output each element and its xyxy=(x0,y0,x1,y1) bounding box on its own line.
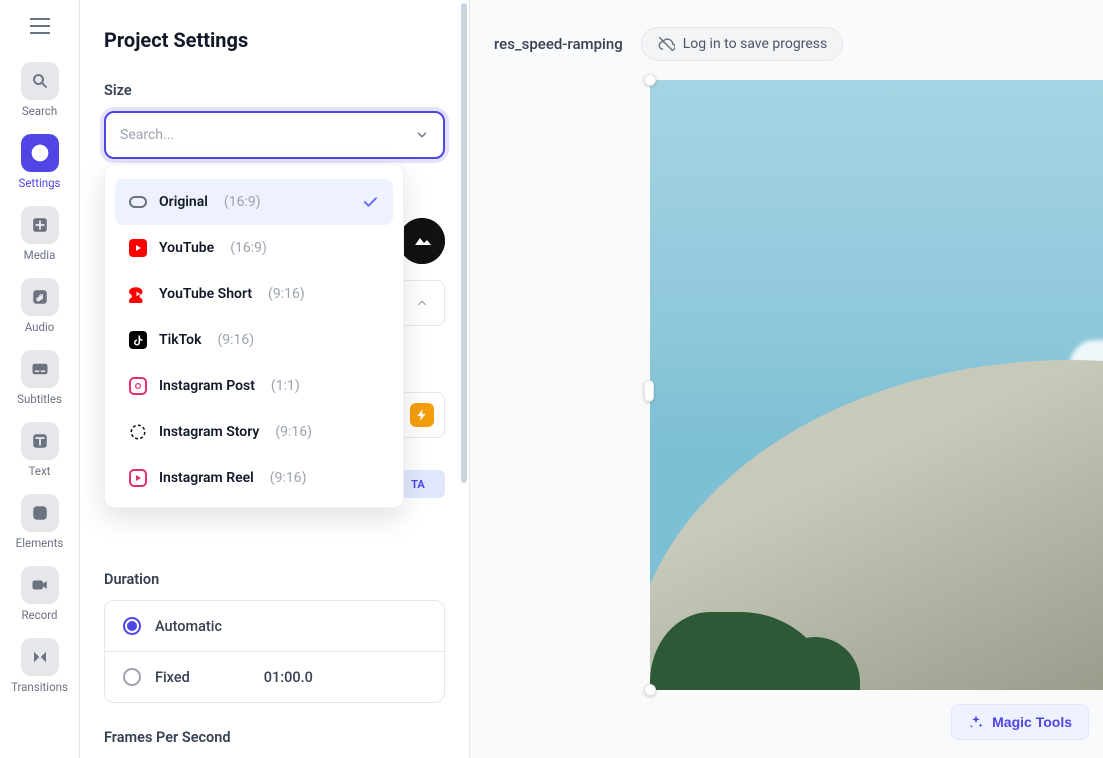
text-icon xyxy=(21,422,59,460)
sidebar-item-elements[interactable]: Elements xyxy=(10,488,70,554)
hidden-card-bolt xyxy=(399,392,445,438)
size-option-instagram-post[interactable]: Instagram Post (1:1) xyxy=(115,363,393,409)
youtube-shorts-icon xyxy=(129,285,147,303)
login-prompt-chip[interactable]: Log in to save progress xyxy=(641,27,844,61)
youtube-icon xyxy=(129,239,147,257)
hidden-card-icon xyxy=(399,218,445,264)
sidebar-item-label: Elements xyxy=(16,536,64,550)
duration-automatic[interactable]: Automatic xyxy=(105,601,444,651)
sidebar-item-label: Settings xyxy=(19,176,61,190)
aspect-icon xyxy=(129,193,147,211)
sidebar-item-subtitles[interactable]: Subtitles xyxy=(10,344,70,410)
audio-icon xyxy=(21,278,59,316)
radio-icon xyxy=(123,668,141,686)
settings-panel: Project Settings Size Search... Original… xyxy=(80,0,470,758)
project-name[interactable]: res_speed-ramping xyxy=(494,35,623,53)
hidden-card-chevron[interactable] xyxy=(399,280,445,326)
sidebar-item-search[interactable]: Search xyxy=(10,56,70,122)
duration-label: Duration xyxy=(104,571,445,588)
instagram-reel-icon xyxy=(129,469,147,487)
resize-handle-top-left[interactable] xyxy=(644,74,656,86)
hamburger-menu[interactable] xyxy=(22,8,58,44)
sidebar-item-label: Search xyxy=(22,104,57,118)
scrollbar-thumb[interactable] xyxy=(461,3,467,483)
tiktok-icon xyxy=(129,331,147,349)
radio-icon xyxy=(123,617,141,635)
preview-area: res_speed-ramping Log in to save progres… xyxy=(470,0,1103,758)
check-icon xyxy=(361,193,379,211)
size-label: Size xyxy=(104,82,445,99)
panel-title: Project Settings xyxy=(104,28,445,52)
sidebar-item-transitions[interactable]: Transitions xyxy=(10,632,70,698)
elements-icon xyxy=(21,494,59,532)
resize-handle-bottom-left[interactable] xyxy=(644,684,656,696)
record-icon xyxy=(21,566,59,604)
panel-scrollbar[interactable] xyxy=(459,0,469,758)
size-option-instagram-reel[interactable]: Instagram Reel (9:16) xyxy=(115,455,393,501)
size-search-input[interactable]: Search... xyxy=(104,111,445,159)
bolt-icon xyxy=(410,403,434,427)
resize-handle-mid-left[interactable] xyxy=(644,380,654,402)
video-canvas[interactable] xyxy=(650,80,1103,690)
media-icon xyxy=(21,206,59,244)
size-option-youtube[interactable]: YouTube (16:9) xyxy=(115,225,393,271)
instagram-icon xyxy=(129,377,147,395)
size-option-instagram-story[interactable]: Instagram Story (9:16) xyxy=(115,409,393,455)
duration-fixed-value: 01:00.0 xyxy=(264,669,313,686)
size-option-tiktok[interactable]: TikTok (9:16) xyxy=(115,317,393,363)
transitions-icon xyxy=(21,638,59,676)
sidebar-item-audio[interactable]: Audio xyxy=(10,272,70,338)
sidebar-item-label: Text xyxy=(29,464,51,478)
size-option-youtube-short[interactable]: YouTube Short (9:16) xyxy=(115,271,393,317)
search-icon xyxy=(21,62,59,100)
instagram-story-icon xyxy=(129,423,147,441)
size-dropdown: Original (16:9) YouTube (16:9) YouTube S… xyxy=(104,164,404,508)
duration-radio-group: Automatic Fixed 01:00.0 xyxy=(104,600,445,703)
sidebar-item-label: Media xyxy=(24,248,56,262)
sidebar-item-text[interactable]: Text xyxy=(10,416,70,482)
duration-fixed[interactable]: Fixed 01:00.0 xyxy=(105,651,444,702)
size-option-original[interactable]: Original (16:9) xyxy=(115,179,393,225)
size-search-placeholder: Search... xyxy=(120,127,174,143)
cloud-off-icon xyxy=(657,35,675,53)
sidebar-item-record[interactable]: Record xyxy=(10,560,70,626)
sidebar-item-settings[interactable]: Settings xyxy=(10,128,70,194)
sidebar-item-label: Record xyxy=(21,608,57,622)
settings-icon xyxy=(21,134,59,172)
sparkle-icon xyxy=(968,714,984,730)
chevron-down-icon xyxy=(415,128,429,142)
sidebar-nav: Search Settings Media Audio Subtitles Te… xyxy=(0,0,80,758)
sidebar-item-label: Transitions xyxy=(11,680,68,694)
sidebar-item-label: Audio xyxy=(25,320,55,334)
fps-label: Frames Per Second xyxy=(104,729,445,746)
magic-tools-button[interactable]: Magic Tools xyxy=(951,704,1089,740)
subtitles-icon xyxy=(21,350,59,388)
sidebar-item-label: Subtitles xyxy=(17,392,62,406)
sidebar-item-media[interactable]: Media xyxy=(10,200,70,266)
